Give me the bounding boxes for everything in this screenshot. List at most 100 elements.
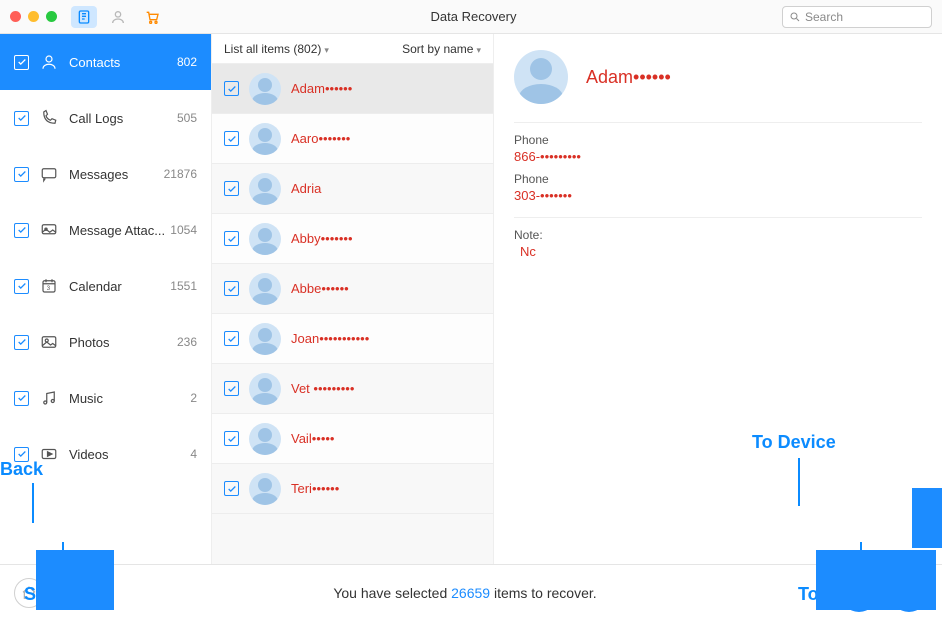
avatar-icon <box>249 323 281 355</box>
zoom-window[interactable] <box>46 11 57 22</box>
contact-row[interactable]: Abby••••••• <box>212 214 493 264</box>
checkbox-icon[interactable] <box>224 181 239 196</box>
contact-row[interactable]: Aaro••••••• <box>212 114 493 164</box>
contact-name: Aaro••••••• <box>291 131 350 146</box>
contact-row[interactable]: Teri•••••• <box>212 464 493 514</box>
checkbox-icon[interactable] <box>224 481 239 496</box>
message-icon <box>39 164 59 184</box>
window-controls <box>10 11 57 22</box>
svg-text:3: 3 <box>47 286 51 292</box>
contact-row[interactable]: Adam•••••• <box>212 64 493 114</box>
sidebar-item-photos[interactable]: Photos236 <box>0 314 211 370</box>
contact-name: Vail••••• <box>291 431 334 446</box>
avatar-icon <box>249 473 281 505</box>
annotation-box <box>912 488 942 548</box>
sidebar-item-call-logs[interactable]: Call Logs505 <box>0 90 211 146</box>
sidebar-label: Call Logs <box>69 111 177 126</box>
checkbox-icon[interactable] <box>224 131 239 146</box>
contact-name: Adria <box>291 181 321 196</box>
cart-icon[interactable] <box>139 6 165 28</box>
contact-row[interactable]: Vet ••••••••• <box>212 364 493 414</box>
checkbox-icon[interactable] <box>14 111 29 126</box>
bottom-bar: You have selected 26659 items to recover… <box>0 564 942 620</box>
checkbox-icon[interactable] <box>14 391 29 406</box>
list-header: List all items (802)▾ Sort by name▾ <box>212 34 493 64</box>
contact-row[interactable]: Adria <box>212 164 493 214</box>
close-window[interactable] <box>10 11 21 22</box>
avatar-icon <box>249 223 281 255</box>
sidebar-count: 4 <box>190 447 197 461</box>
sidebar-label: Messages <box>69 167 164 182</box>
contact-name: Joan••••••••••• <box>291 331 369 346</box>
divider <box>514 217 922 218</box>
list-body: Adam•••••• Aaro••••••• Adria Abby••••••• Abb… <box>212 64 493 564</box>
sidebar-label: Contacts <box>69 55 177 70</box>
avatar-icon <box>249 173 281 205</box>
status-text: You have selected 26659 items to recover… <box>90 585 840 601</box>
annotation-box <box>36 550 114 610</box>
sidebar-label: Photos <box>69 335 177 350</box>
sidebar-count: 1551 <box>170 279 197 293</box>
photo-icon <box>39 332 59 352</box>
music-icon <box>39 388 59 408</box>
contact-row[interactable]: Joan••••••••••• <box>212 314 493 364</box>
user-tab-icon[interactable] <box>105 6 131 28</box>
contact-name: Vet ••••••••• <box>291 381 354 396</box>
avatar-icon <box>249 373 281 405</box>
minimize-window[interactable] <box>28 11 39 22</box>
avatar-icon <box>249 73 281 105</box>
checkbox-icon[interactable] <box>224 81 239 96</box>
checkbox-icon[interactable] <box>14 447 29 462</box>
search-input[interactable]: Search <box>782 6 932 28</box>
list-filter[interactable]: List all items (802)▾ <box>224 42 329 56</box>
contact-row[interactable]: Abbe•••••• <box>212 264 493 314</box>
detail-panel: Adam•••••• Phone866-•••••••••Phone303-••… <box>494 34 942 564</box>
sidebar-item-messages[interactable]: Messages21876 <box>0 146 211 202</box>
titlebar: Data Recovery Search <box>0 0 942 34</box>
avatar-icon <box>249 423 281 455</box>
checkbox-icon[interactable] <box>224 281 239 296</box>
sidebar-count: 802 <box>177 55 197 69</box>
sidebar-count: 1054 <box>170 223 197 237</box>
toolbar-icons <box>71 6 165 28</box>
contact-list: List all items (802)▾ Sort by name▾ Adam… <box>212 34 494 564</box>
contact-name: Adam•••••• <box>291 81 352 96</box>
checkbox-icon[interactable] <box>224 381 239 396</box>
checkbox-icon[interactable] <box>14 167 29 182</box>
checkbox-icon[interactable] <box>224 231 239 246</box>
sidebar-item-music[interactable]: Music2 <box>0 370 211 426</box>
sidebar: Contacts802Call Logs505Messages21876Mess… <box>0 34 212 564</box>
sidebar-item-calendar[interactable]: 3Calendar1551 <box>0 258 211 314</box>
contact-row[interactable]: Vail••••• <box>212 414 493 464</box>
sidebar-label: Music <box>69 391 190 406</box>
calendar-icon: 3 <box>39 276 59 296</box>
avatar-icon <box>249 273 281 305</box>
sidebar-item-contacts[interactable]: Contacts802 <box>0 34 211 90</box>
checkbox-icon[interactable] <box>14 223 29 238</box>
sidebar-label: Videos <box>69 447 190 462</box>
checkbox-icon[interactable] <box>14 279 29 294</box>
recovery-tab-icon[interactable] <box>71 6 97 28</box>
sidebar-item-message-attac-[interactable]: Message Attac...1054 <box>0 202 211 258</box>
contact-name: Teri•••••• <box>291 481 339 496</box>
checkbox-icon[interactable] <box>14 335 29 350</box>
sidebar-count: 236 <box>177 335 197 349</box>
sidebar-item-videos[interactable]: Videos4 <box>0 426 211 482</box>
checkbox-icon[interactable] <box>224 431 239 446</box>
divider <box>514 122 922 123</box>
contact-name: Abby••••••• <box>291 231 353 246</box>
phone-label: Phone <box>514 172 922 186</box>
sidebar-count: 505 <box>177 111 197 125</box>
sidebar-label: Message Attac... <box>69 223 170 238</box>
detail-name: Adam•••••• <box>586 67 671 88</box>
video-icon <box>39 444 59 464</box>
phone-icon <box>39 108 59 128</box>
sidebar-count: 2 <box>190 391 197 405</box>
detail-avatar <box>514 50 568 104</box>
checkbox-icon[interactable] <box>224 331 239 346</box>
annotation-box <box>816 550 936 610</box>
list-sort[interactable]: Sort by name▾ <box>402 42 481 56</box>
avatar-icon <box>249 123 281 155</box>
checkbox-icon[interactable] <box>14 55 29 70</box>
note-value: Nc <box>520 244 922 259</box>
